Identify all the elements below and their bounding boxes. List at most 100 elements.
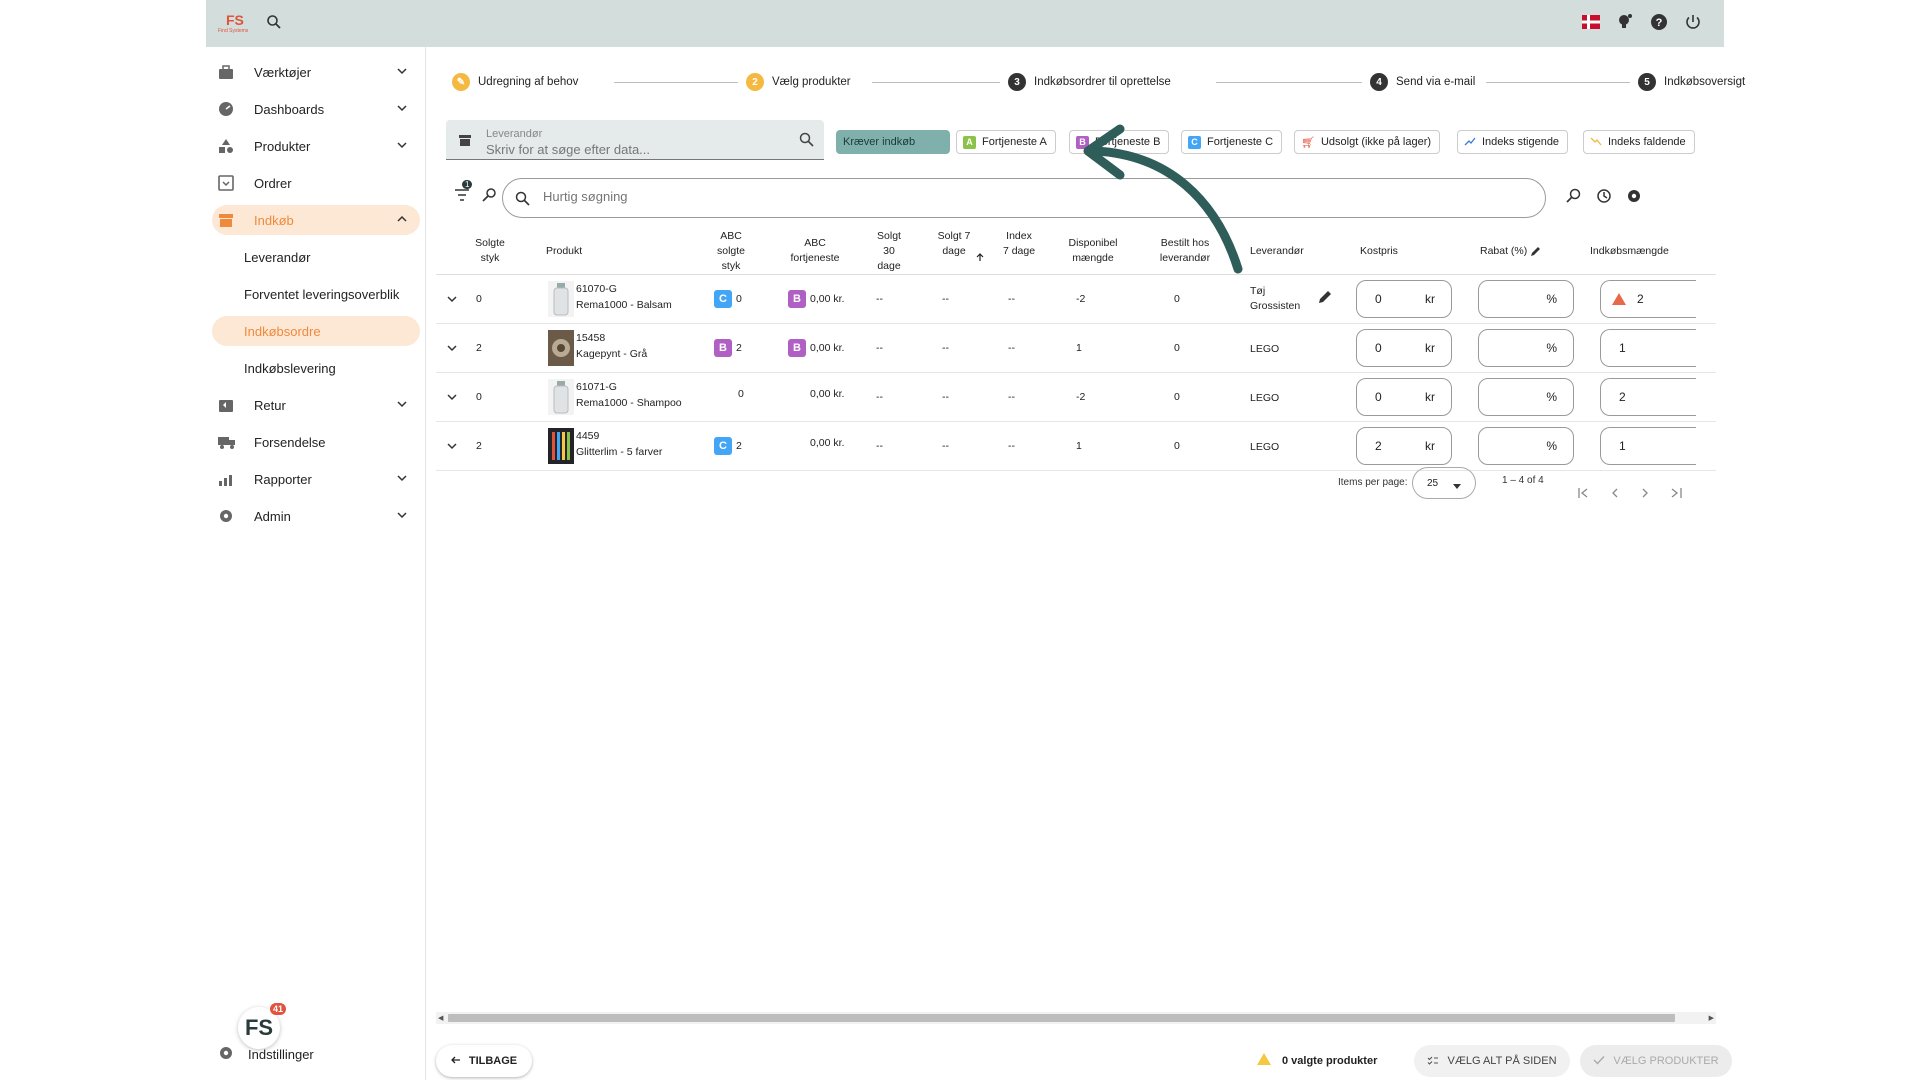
sidebar-item-retur[interactable]: Retur [212, 390, 420, 420]
discount-input[interactable]: % [1478, 329, 1574, 367]
expand-chevron-icon[interactable] [446, 293, 458, 308]
abc-badge: B [788, 339, 806, 357]
chip-fortjeneste-a[interactable]: A Fortjeneste A [956, 130, 1056, 154]
prev-page-icon[interactable] [1610, 485, 1620, 503]
header-abc-solgte-styk[interactable]: ABC solgte styk [709, 229, 753, 274]
chip-fortjeneste-b[interactable]: B Fortjeneste B [1069, 130, 1170, 154]
next-page-icon[interactable] [1640, 485, 1650, 503]
available-qty: -2 [1076, 391, 1086, 403]
scroll-right-icon[interactable]: ▶ [1709, 1014, 1714, 1022]
header-index-7-dage[interactable]: Index 7 dage [1002, 229, 1036, 259]
supplier-search-field[interactable]: Leverandør Skriv for at søge efter data.… [446, 120, 824, 160]
purchase-qty-input[interactable]: 1 [1600, 329, 1696, 367]
gear-icon[interactable] [1626, 188, 1642, 209]
header-produkt[interactable]: Produkt [546, 244, 582, 259]
expand-chevron-icon[interactable] [446, 391, 458, 406]
step-label: Vælg produkter [772, 76, 851, 88]
table-row[interactable]: 2 4459 Glitterlim - 5 farver C 2 0,00 kr. -- --… [436, 422, 1716, 471]
chip-udsolgt[interactable]: 🛒︎ Udsolgt (ikke på lager) [1294, 130, 1441, 154]
discount-input[interactable]: % [1478, 280, 1574, 318]
power-icon[interactable] [1684, 13, 1702, 36]
sold-7-days: -- [942, 342, 949, 354]
header-solgt-30-dage[interactable]: Solgt 30 dage [872, 229, 906, 274]
first-page-icon[interactable] [1578, 485, 1590, 503]
step-indkobsoversigt[interactable]: 5 Indkøbsoversigt [1638, 73, 1745, 91]
table-row[interactable]: 0 61070-G Rema1000 - Balsam C 0 B 0,00 kr. -- --… [436, 275, 1716, 324]
header-leverandor[interactable]: Leverandør [1250, 244, 1304, 259]
scrollbar-thumb[interactable] [448, 1014, 1675, 1022]
edit-icon[interactable] [1530, 244, 1541, 262]
sidebar-item-produkter[interactable]: Produkter [212, 131, 420, 161]
chip-fortjeneste-c[interactable]: C Fortjeneste C [1181, 130, 1283, 154]
product-name: Glitterlim - 5 farver [576, 446, 663, 458]
discount-input[interactable]: % [1478, 427, 1574, 465]
scroll-left-icon[interactable]: ◀ [438, 1014, 443, 1022]
chip-kraever-indkob[interactable]: Kræver indkøb [836, 130, 950, 154]
header-abc-fortjeneste[interactable]: ABC fortjeneste [784, 236, 846, 266]
purchase-qty-input[interactable]: 2 [1600, 280, 1696, 318]
search-person-icon[interactable] [482, 187, 498, 208]
step-vaelg-produkter[interactable]: 2 Vælg produkter [746, 73, 851, 91]
sidebar-subitem-indkobsordre[interactable]: Indkøbsordre [212, 316, 420, 346]
header-solgt-7-dage[interactable]: Solgt 7 dage [936, 229, 972, 259]
app-logo[interactable]: FS Find Systems [218, 10, 252, 36]
main-content: ✎ Udregning af behov 2 Vælg produkter 3 … [426, 47, 1745, 1080]
discount-input[interactable]: % [1478, 378, 1574, 416]
sidebar-item-label: Dashboards [254, 101, 325, 117]
quick-search-field[interactable] [502, 178, 1546, 218]
table-row[interactable]: 0 61071-G Rema1000 - Shampoo 0 0,00 kr. -- -- -… [436, 373, 1716, 422]
header-solgte-styk[interactable]: Solgte styk [470, 236, 510, 266]
header-bestilt-hos-leverandor[interactable]: Bestilt hos leverandør [1150, 236, 1220, 266]
step-indkobsordrer[interactable]: 3 Indkøbsordrer til oprettelse [1008, 73, 1171, 91]
abc-profit-value: 0,00 kr. [810, 341, 845, 354]
store-icon [218, 212, 234, 228]
lightbulb-icon[interactable] [1616, 13, 1634, 36]
sidebar-subitem-leverandor[interactable]: Leverandør [212, 242, 420, 272]
back-button[interactable]: TILBAGE [436, 1045, 532, 1077]
table-row[interactable]: 2 15458 Kagepynt - Grå B 2 B 0,00 kr. -- -- -- 1 0 L… [436, 324, 1716, 373]
horizontal-scrollbar[interactable]: ◀ ▶ [436, 1012, 1716, 1024]
items-per-page-select[interactable]: 25 [1412, 467, 1476, 499]
cost-price-input[interactable]: 0 kr [1356, 329, 1452, 367]
step-send-email[interactable]: 4 Send via e-mail [1370, 73, 1475, 91]
sidebar-item-vaerktoejer[interactable]: Værktøjer [212, 57, 420, 87]
purchase-qty-input[interactable]: 2 [1600, 378, 1696, 416]
cost-value: 2 [1375, 439, 1382, 453]
help-icon[interactable]: ? [1650, 13, 1668, 36]
select-all-on-page-button[interactable]: VÆLG ALT PÅ SIDEN [1414, 1045, 1570, 1077]
choose-products-button[interactable]: VÆLG PRODUKTER [1580, 1045, 1732, 1077]
supplier-label: Leverandør [486, 128, 543, 140]
sidebar-item-rapporter[interactable]: Rapporter [212, 464, 420, 494]
sidebar-subitem-indkobslevering[interactable]: Indkøbslevering [212, 353, 420, 383]
search-icon[interactable] [799, 132, 814, 152]
sidebar-item-dashboards[interactable]: Dashboards [212, 94, 420, 124]
header-kostpris[interactable]: Kostpris [1360, 244, 1398, 259]
settings-link[interactable]: Indstillinger [218, 1045, 314, 1064]
step-udregning[interactable]: ✎ Udregning af behov [452, 73, 578, 91]
purchase-qty-input[interactable]: 1 [1600, 427, 1696, 465]
edit-icon[interactable] [1318, 290, 1332, 307]
danish-flag-icon[interactable] [1582, 15, 1600, 34]
header-disponibel-maengde[interactable]: Disponibel mængde [1062, 236, 1124, 266]
expand-chevron-icon[interactable] [446, 440, 458, 455]
last-page-icon[interactable] [1670, 485, 1682, 503]
search-icon[interactable] [266, 14, 282, 35]
sidebar-item-ordrer[interactable]: Ordrer [212, 168, 420, 198]
zoom-out-icon[interactable] [1566, 188, 1582, 209]
sidebar-subitem-forventet-leveringsoverblik[interactable]: Forventet leveringsoverblik [212, 279, 420, 309]
expand-chevron-icon[interactable] [446, 342, 458, 357]
sidebar-item-forsendelse[interactable]: Forsendelse [212, 427, 420, 457]
header-indkobsmaengde[interactable]: Indkøbsmængde [1590, 244, 1669, 259]
history-icon[interactable] [1596, 188, 1612, 209]
header-rabat[interactable]: Rabat (%) [1480, 244, 1527, 259]
chip-indeks-faldende[interactable]: Indeks faldende [1583, 130, 1695, 154]
sidebar-item-admin[interactable]: Admin [212, 501, 420, 531]
quick-search-input[interactable] [543, 189, 1443, 204]
cost-price-input[interactable]: 0 kr [1356, 378, 1452, 416]
filter-icon[interactable]: 1 [454, 180, 473, 208]
cost-price-input[interactable]: 0 kr [1356, 280, 1452, 318]
sidebar-item-indkob[interactable]: Indkøb [212, 205, 420, 235]
chip-indeks-stigende[interactable]: Indeks stigende [1457, 130, 1569, 154]
cost-price-input[interactable]: 2 kr [1356, 427, 1452, 465]
app-badge[interactable]: FS 41 [238, 1003, 286, 1049]
